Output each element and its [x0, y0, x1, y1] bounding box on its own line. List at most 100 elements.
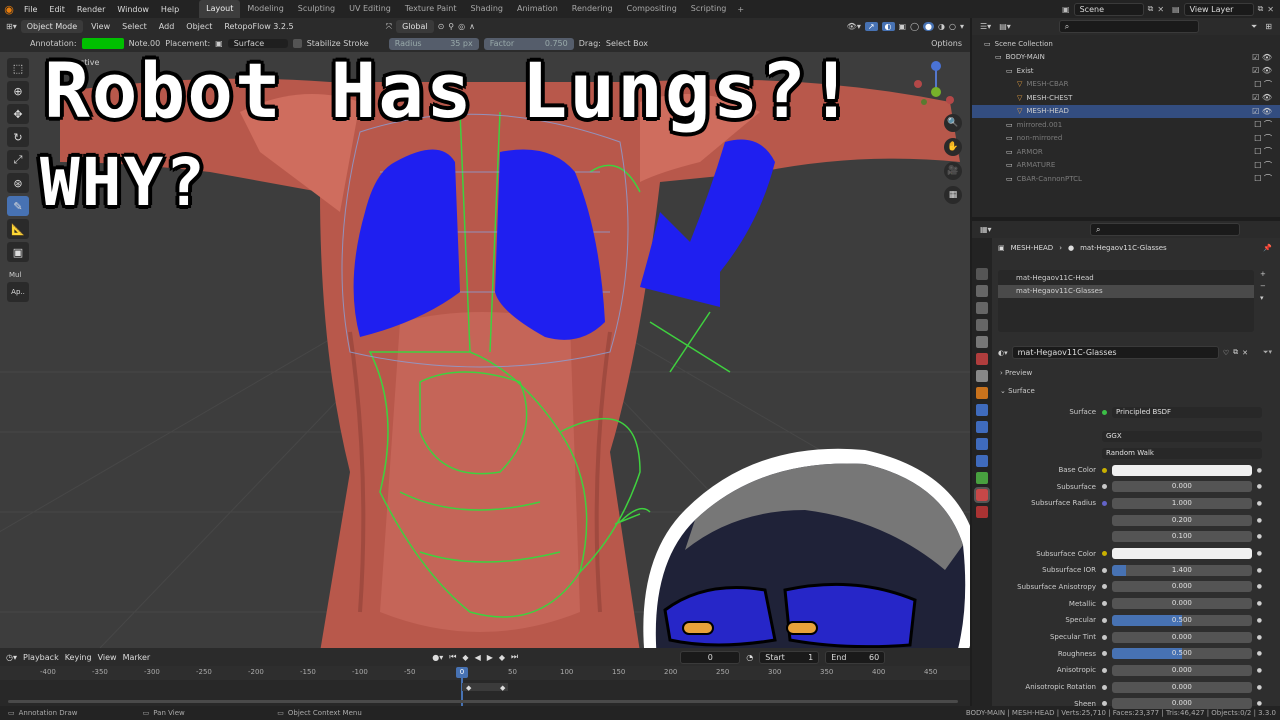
socket-icon[interactable]	[1102, 551, 1107, 556]
keyframe-dot-icon[interactable]: ●	[1257, 483, 1262, 490]
add-slot-icon[interactable]: +	[1260, 270, 1266, 278]
editor-type-icon[interactable]: ⊞▾	[6, 22, 17, 31]
outliner-row[interactable]: ▽ MESH-CBAR ☐ ⌒	[972, 78, 1280, 92]
apply-button[interactable]: Ap..	[7, 282, 29, 302]
grid-perspective-icon[interactable]: ▦	[944, 186, 962, 204]
socket-icon[interactable]	[1102, 484, 1107, 490]
menu-retopoflow[interactable]: RetopoFlow 3.2.5	[220, 22, 297, 31]
menu-help[interactable]: Help	[155, 5, 185, 14]
keyframe-dot-icon[interactable]: ●	[1257, 550, 1262, 557]
cursor-tool-icon[interactable]: ⊕	[7, 81, 29, 101]
texture-tab-icon[interactable]	[976, 506, 988, 518]
value-slider[interactable]: 0.000	[1112, 581, 1252, 593]
value-slider[interactable]: 1.400	[1112, 564, 1252, 576]
render-tab-icon[interactable]	[976, 285, 988, 297]
color-field[interactable]	[1112, 548, 1252, 559]
material-slot-list[interactable]: mat-Hegaov11C-Head mat-Hegaov11C-Glasses	[998, 270, 1254, 332]
menu-edit[interactable]: Edit	[43, 5, 71, 14]
keyframe-dot-icon[interactable]: ●	[1257, 533, 1262, 540]
copy-view-layer-icon[interactable]: ⧉	[1258, 4, 1264, 14]
socket-icon[interactable]	[1102, 684, 1107, 690]
socket-icon[interactable]	[1102, 701, 1107, 707]
keyframe-dot-icon[interactable]: ●	[1257, 583, 1262, 590]
menu-playback[interactable]: Playback	[23, 653, 59, 662]
socket-icon[interactable]	[1102, 567, 1107, 573]
menu-marker[interactable]: Marker	[123, 653, 151, 662]
workspace-tab-animation[interactable]: Animation	[510, 0, 565, 18]
outliner-row[interactable]: ▭ ARMOR ☐ ⌒	[972, 145, 1280, 159]
keyframe-dot-icon[interactable]: ●	[1257, 667, 1262, 674]
zoom-icon[interactable]: 🔍	[944, 114, 962, 132]
orientation-dropdown[interactable]: Global	[396, 20, 434, 33]
modifier-tab-icon[interactable]	[976, 404, 988, 416]
visibility-toggles[interactable]: ☐ ⌒	[1254, 79, 1272, 90]
menu-keying[interactable]: Keying	[65, 653, 92, 662]
record-icon[interactable]: ●▾	[432, 653, 443, 662]
physics-tab-icon[interactable]	[976, 438, 988, 450]
move-tool-icon[interactable]: ✥	[7, 104, 29, 124]
workspace-tab-compositing[interactable]: Compositing	[620, 0, 684, 18]
outliner-row[interactable]: ▭ CBAR-CannonPTCL ☐ ⌒	[972, 172, 1280, 186]
annotate-tool-icon[interactable]: ✎	[7, 196, 29, 216]
value-slider[interactable]: 0.000	[1112, 681, 1252, 693]
value-slider[interactable]: 0.000	[1112, 481, 1252, 493]
material-name-field[interactable]: mat-Hegaov11C-Glasses	[1011, 346, 1219, 359]
value-slider[interactable]: 0.500	[1112, 648, 1252, 660]
timeline-scrollbar[interactable]	[8, 700, 958, 703]
surface-panel-header[interactable]: ⌄ Surface	[1000, 387, 1035, 395]
jump-end-icon[interactable]: ⏭	[511, 652, 518, 662]
filter-icon[interactable]: ⏷	[1251, 22, 1257, 32]
outliner-row[interactable]: ▭ non-mirrored ☐ ⌒	[972, 132, 1280, 146]
play-reverse-icon[interactable]: ◀	[475, 653, 481, 662]
socket-icon[interactable]	[1102, 617, 1107, 623]
browse-material-icon[interactable]: ◐▾	[998, 349, 1008, 357]
collection-tab-icon[interactable]	[976, 370, 988, 382]
keyframe-dot-icon[interactable]: ●	[1257, 517, 1262, 524]
menu-add[interactable]: Add	[155, 22, 179, 31]
visibility-toggles[interactable]: ☐ ⌒	[1254, 160, 1272, 171]
visibility-toggles[interactable]: ☐ ⌒	[1254, 173, 1272, 184]
menu-view[interactable]: View	[87, 22, 114, 31]
timeline-playhead[interactable]: 0	[456, 667, 468, 678]
shading-options-icon[interactable]: ▾	[960, 22, 964, 31]
end-frame-field[interactable]: End 60	[825, 650, 886, 664]
duplicate-material-icon[interactable]: ⧉	[1233, 348, 1238, 357]
close-view-layer-icon[interactable]: ✕	[1267, 5, 1274, 14]
scene-field[interactable]: Scene	[1073, 2, 1144, 16]
overlays-toggle-icon[interactable]: ◐	[881, 22, 895, 31]
value-slider[interactable]: 0.000	[1112, 698, 1252, 710]
pan-hand-icon[interactable]: ✋	[944, 138, 962, 156]
keyframe-dot-icon[interactable]: ●	[1257, 500, 1262, 507]
value-slider[interactable]: 0.000	[1112, 631, 1252, 643]
drag-dropdown[interactable]: Select Box	[606, 39, 648, 48]
display-mode-icon[interactable]: ▤▾	[999, 22, 1011, 31]
menu-window[interactable]: Window	[111, 5, 155, 14]
proportional-edit-icon[interactable]: ◎	[458, 22, 465, 31]
fake-user-icon[interactable]: ♡	[1223, 349, 1229, 357]
factor-slider[interactable]: Factor 0.750	[483, 37, 574, 50]
current-frame-field[interactable]: 0	[680, 650, 741, 664]
properties-search-input[interactable]: ⌕	[1090, 223, 1240, 236]
view-layer-field[interactable]: View Layer	[1183, 2, 1254, 16]
close-scene-icon[interactable]: ✕	[1157, 5, 1164, 14]
rotate-tool-icon[interactable]: ↻	[7, 127, 29, 147]
menu-file[interactable]: File	[18, 5, 43, 14]
socket-icon[interactable]	[1102, 651, 1107, 657]
add-workspace-icon[interactable]: +	[733, 5, 748, 14]
outliner-editor-icon[interactable]: ☰▾	[980, 22, 991, 31]
keyframe-dot-icon[interactable]: ●	[1257, 617, 1262, 624]
snap-icon[interactable]: ⚲	[448, 22, 454, 31]
shading-solid-icon[interactable]: ●	[923, 22, 935, 31]
copy-scene-icon[interactable]: ⧉	[1148, 4, 1154, 14]
socket-icon[interactable]	[1102, 634, 1107, 640]
keyframe-diamond[interactable]: ◆	[500, 684, 505, 692]
keyframe-dot-icon[interactable]: ●	[1257, 467, 1262, 474]
value-slider[interactable]: 1.000	[1112, 497, 1252, 509]
keyframe-dot-icon[interactable]: ●	[1257, 650, 1262, 657]
view-layer-tab-icon[interactable]	[976, 319, 988, 331]
keyframe-dot-icon[interactable]: ●	[1257, 600, 1262, 607]
workspace-tab-modeling[interactable]: Modeling	[240, 0, 290, 18]
workspace-tab-sculpting[interactable]: Sculpting	[291, 0, 342, 18]
outliner-row[interactable]: ▭ Exist ☑ 👁	[972, 64, 1280, 78]
socket-icon[interactable]	[1102, 601, 1107, 607]
